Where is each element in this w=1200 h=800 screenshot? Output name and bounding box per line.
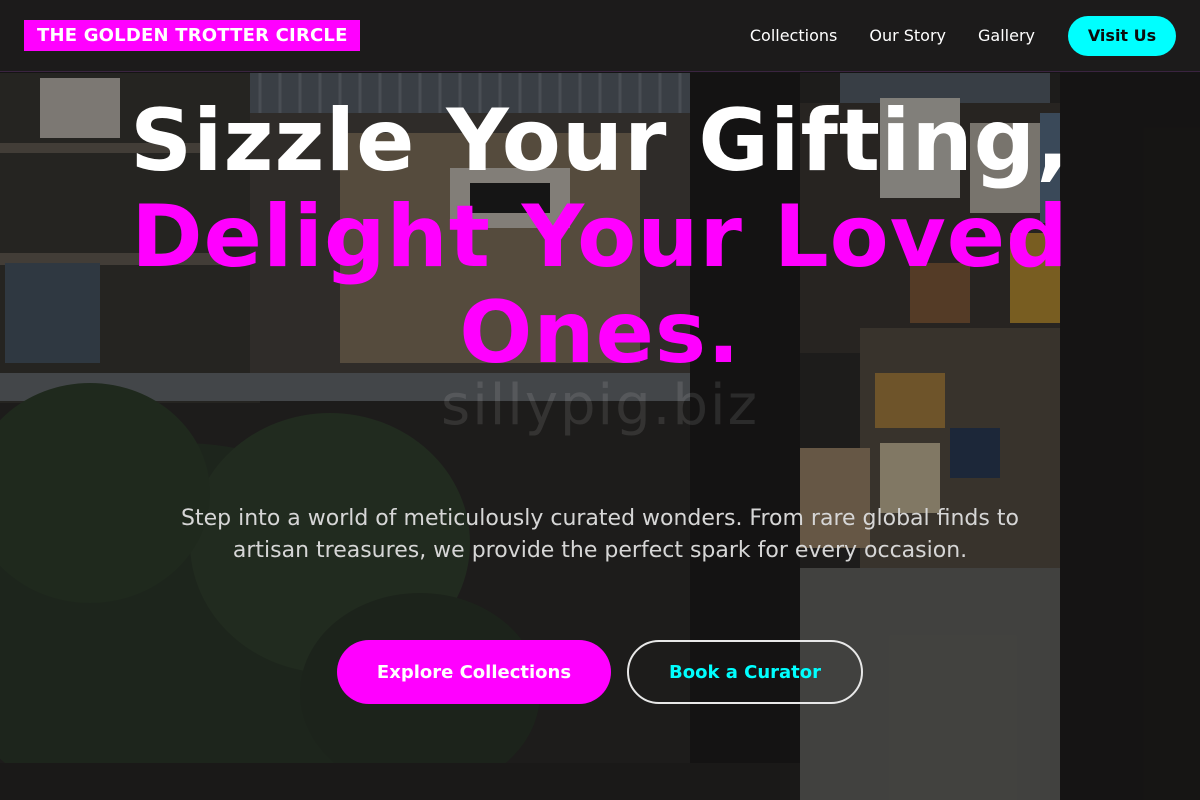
brand-logo[interactable]: THE GOLDEN TROTTER CIRCLE — [24, 20, 360, 51]
explore-collections-button[interactable]: Explore Collections — [337, 640, 611, 704]
hero-headline: Sizzle Your Gifting, Delight Your Loved … — [100, 93, 1100, 381]
nav-link-collections[interactable]: Collections — [750, 26, 837, 45]
nav-link-gallery[interactable]: Gallery — [978, 26, 1035, 45]
headline-white-part: Sizzle Your Gifting, — [130, 91, 1070, 191]
nav-link-our-story[interactable]: Our Story — [869, 26, 946, 45]
book-a-curator-button[interactable]: Book a Curator — [627, 640, 863, 704]
hero-subtext: Step into a world of meticulously curate… — [181, 506, 1019, 563]
visit-us-button[interactable]: Visit Us — [1068, 15, 1176, 56]
hero-content: sillypig.biz Sizzle Your Gifting, Deligh… — [0, 73, 1200, 800]
headline-accent-part: Delight Your Loved Ones. — [131, 187, 1069, 383]
site-header: THE GOLDEN TROTTER CIRCLE Collections Ou… — [0, 0, 1200, 72]
main-nav: Collections Our Story Gallery Visit Us — [750, 15, 1176, 56]
